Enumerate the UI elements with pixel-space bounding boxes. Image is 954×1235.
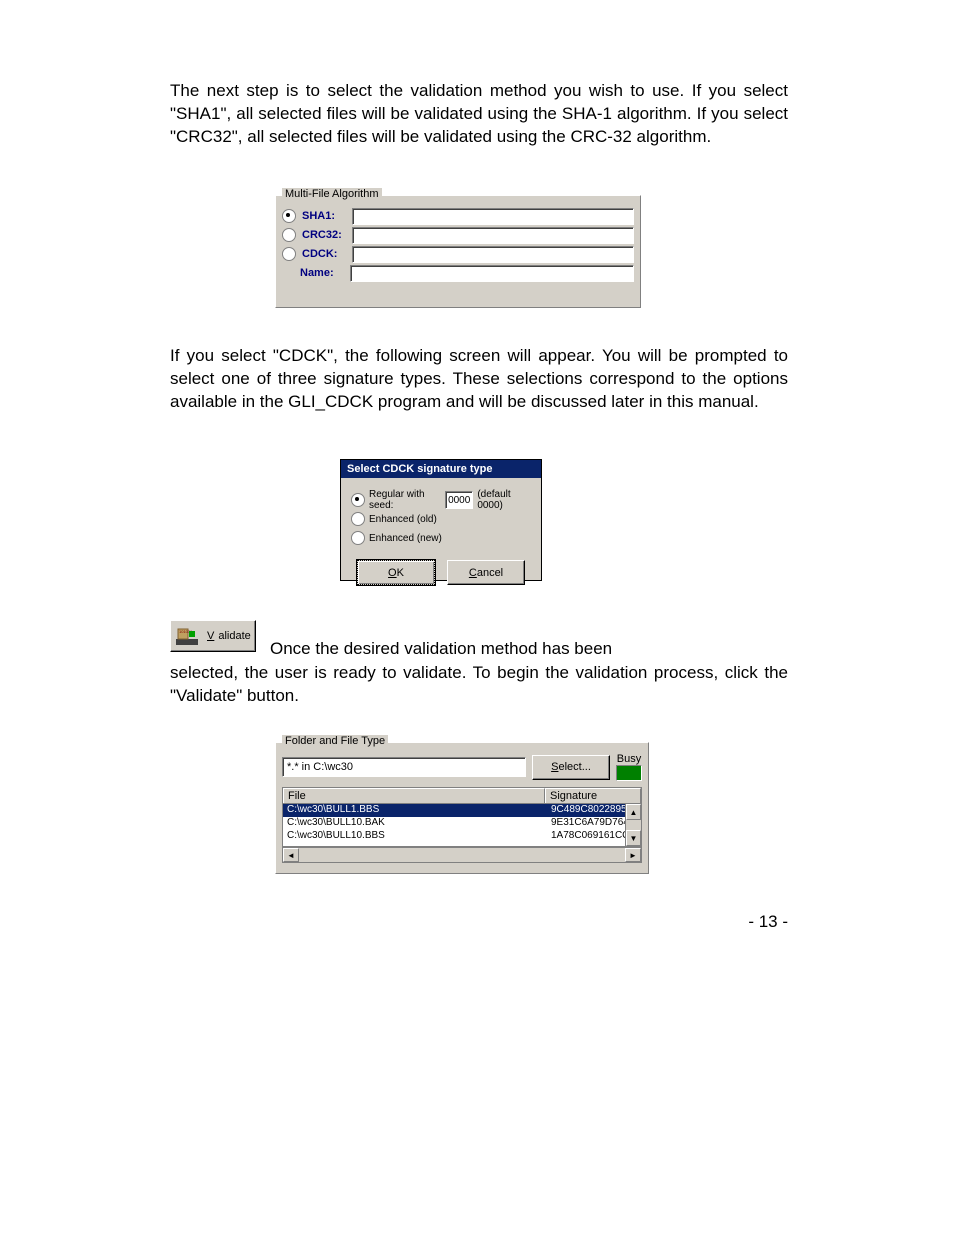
- table-row[interactable]: C:\wc30\BULL10.BAK9E31C6A79D764: [283, 817, 641, 830]
- cdck-enhanced-old-radio[interactable]: [351, 512, 365, 526]
- cdck-field[interactable]: [352, 246, 634, 263]
- ok-button[interactable]: OK: [357, 560, 435, 585]
- scroll-right-icon[interactable]: ►: [625, 848, 641, 862]
- cdck-titlebar: Select CDCK signature type: [341, 460, 541, 478]
- sha1-field[interactable]: [352, 208, 634, 225]
- crc32-label: CRC32:: [302, 229, 350, 241]
- panel-legend: Multi-File Algorithm: [282, 188, 382, 200]
- cdck-regular-label: Regular with seed:: [369, 489, 441, 511]
- sha1-label: SHA1:: [302, 210, 350, 222]
- table-row[interactable]: C:\wc30\BULL1.BBS9C489C8022895: [283, 804, 641, 817]
- crc32-radio[interactable]: [282, 228, 296, 242]
- scroll-left-icon[interactable]: ◄: [283, 848, 299, 862]
- scroll-down-icon[interactable]: ▼: [626, 830, 641, 846]
- paragraph-3a: Once the desired validation method has b…: [270, 638, 788, 661]
- name-label: Name:: [300, 267, 348, 279]
- col-file-header[interactable]: File: [283, 788, 545, 803]
- cdck-dialog: Select CDCK signature type Regular with …: [340, 459, 542, 581]
- paragraph-3b: selected, the user is ready to validate.…: [170, 662, 788, 708]
- cdck-seed-default: (default 0000): [477, 489, 531, 511]
- paragraph-2: If you select "CDCK", the following scre…: [170, 345, 788, 414]
- vertical-scrollbar[interactable]: ▲ ▼: [625, 804, 641, 846]
- horizontal-scrollbar[interactable]: ◄ ►: [282, 847, 642, 863]
- validate-icon: 101001: [175, 625, 199, 647]
- col-signature-header[interactable]: Signature: [545, 788, 641, 803]
- crc32-field[interactable]: [352, 227, 634, 244]
- validate-button[interactable]: 101001 Validate: [170, 620, 256, 652]
- cancel-button[interactable]: Cancel: [447, 560, 525, 585]
- folder-path-input[interactable]: *.* in C:\wc30: [282, 757, 526, 777]
- cdck-seed-input[interactable]: 0000: [445, 491, 473, 509]
- busy-icon: [616, 765, 642, 781]
- paragraph-1: The next step is to select the validatio…: [170, 80, 788, 149]
- folder-legend: Folder and File Type: [282, 735, 388, 747]
- cdck-enhanced-new-radio[interactable]: [351, 531, 365, 545]
- cdck-regular-radio[interactable]: [351, 493, 365, 507]
- busy-indicator: Busy: [616, 753, 642, 781]
- sha1-radio[interactable]: [282, 209, 296, 223]
- name-field[interactable]: [350, 265, 634, 282]
- multi-file-algorithm-panel: Multi-File Algorithm SHA1: CRC32: CDCK: …: [275, 195, 641, 308]
- cdck-radio[interactable]: [282, 247, 296, 261]
- cdck-enhanced-new-label: Enhanced (new): [369, 533, 442, 544]
- page-number: - 13 -: [748, 912, 788, 932]
- cdck-enhanced-old-label: Enhanced (old): [369, 514, 437, 525]
- folder-file-panel: Folder and File Type *.* in C:\wc30 Sele…: [275, 742, 649, 874]
- cdck-label: CDCK:: [302, 248, 350, 260]
- scroll-up-icon[interactable]: ▲: [626, 804, 641, 820]
- file-table: File Signature C:\wc30\BULL1.BBS9C489C80…: [282, 787, 642, 847]
- select-button[interactable]: Select...: [532, 755, 610, 780]
- table-row[interactable]: C:\wc30\BULL10.BBS1A78C069161CC: [283, 830, 641, 843]
